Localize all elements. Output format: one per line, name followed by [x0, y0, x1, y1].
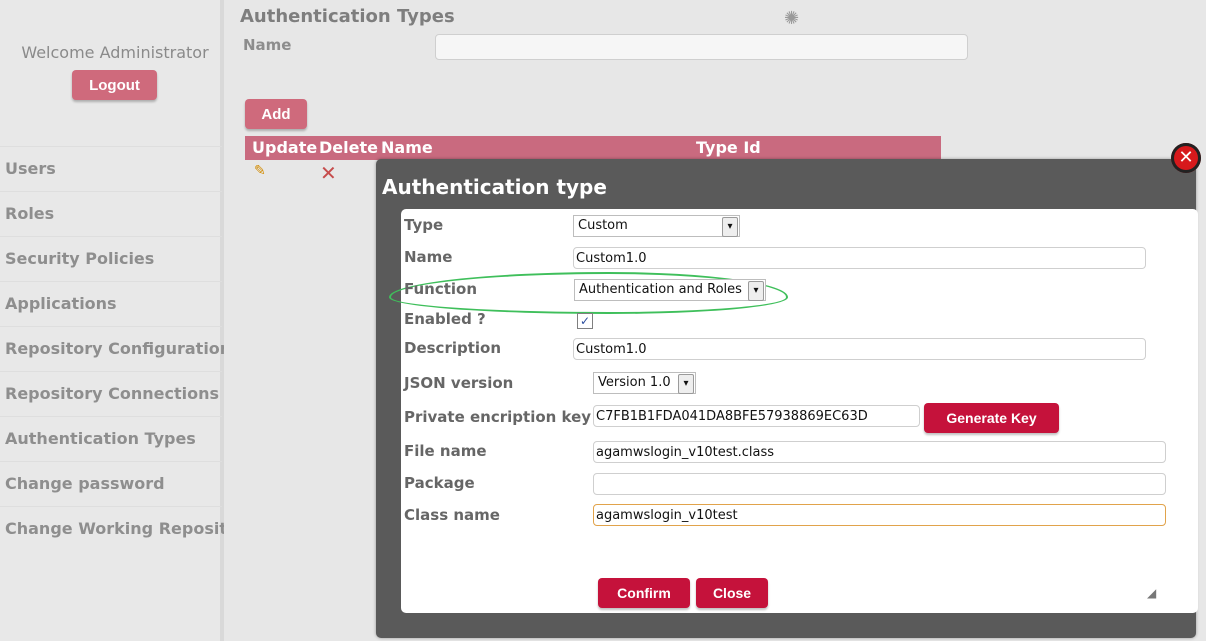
description-label: Description: [404, 339, 502, 357]
chevron-down-icon: ▾: [748, 281, 764, 301]
delete-icon[interactable]: ✕: [320, 161, 338, 185]
package-label: Package: [404, 474, 475, 492]
sidebar-item-change-working-repository[interactable]: Change Working Repository: [0, 506, 256, 551]
col-name: Name: [381, 138, 433, 157]
json-version-label: JSON version: [404, 374, 514, 392]
sidebar-item-change-password[interactable]: Change password: [0, 461, 222, 506]
sidebar-item-users[interactable]: Users: [0, 146, 222, 191]
name-filter-label: Name: [243, 36, 292, 54]
json-version-select[interactable]: Version 1.0 ▾: [593, 372, 696, 394]
table-header: Update Delete Name Type Id: [245, 136, 941, 160]
json-version-value: Version 1.0: [598, 375, 671, 390]
col-delete: Delete: [319, 138, 378, 157]
page-title: Authentication Types: [240, 6, 455, 27]
close-button[interactable]: Close: [696, 578, 768, 608]
col-type-id: Type Id: [696, 138, 761, 157]
file-name-field[interactable]: [593, 441, 1166, 463]
modal-title: Authentication type: [382, 175, 607, 199]
name-label: Name: [404, 248, 453, 266]
sidebar-item-repository-connections[interactable]: Repository Connections: [0, 371, 222, 416]
package-field[interactable]: [593, 473, 1166, 495]
type-value: Custom: [578, 218, 628, 233]
welcome-text: Welcome Administrator: [21, 43, 209, 62]
logout-button[interactable]: Logout: [72, 70, 157, 100]
chevron-down-icon: ▾: [678, 374, 694, 394]
col-update: Update: [252, 138, 318, 157]
function-label: Function: [404, 280, 478, 298]
private-key-label: Private encription key: [404, 408, 592, 426]
sidebar-item-roles[interactable]: Roles: [0, 191, 222, 236]
description-field[interactable]: [573, 338, 1146, 360]
sidebar: Welcome Administrator Logout Users Roles…: [0, 0, 256, 641]
name-filter-input[interactable]: [435, 34, 968, 60]
type-label: Type: [404, 216, 444, 234]
sidebar-item-authentication-types[interactable]: Authentication Types: [0, 416, 222, 461]
class-name-field[interactable]: [593, 504, 1166, 526]
sidebar-item-security-policies[interactable]: Security Policies: [0, 236, 222, 281]
type-select[interactable]: Custom ▾: [573, 215, 740, 237]
sidebar-nav: Users Roles Security Policies Applicatio…: [0, 146, 256, 551]
private-key-field[interactable]: [593, 405, 920, 427]
class-name-label: Class name: [404, 506, 500, 524]
name-field[interactable]: [573, 247, 1146, 269]
close-icon[interactable]: ✕: [1171, 143, 1201, 173]
sidebar-item-repository-configuration[interactable]: Repository Configuration: [0, 326, 231, 371]
sidebar-item-applications[interactable]: Applications: [0, 281, 222, 326]
edit-icon[interactable]: ✎: [254, 163, 272, 181]
function-value: Authentication and Roles: [579, 282, 742, 297]
file-name-label: File name: [404, 442, 487, 460]
chevron-down-icon: ▾: [722, 217, 738, 237]
enabled-checkbox[interactable]: ✓: [577, 313, 593, 329]
confirm-button[interactable]: Confirm: [598, 578, 690, 608]
add-button[interactable]: Add: [245, 99, 307, 129]
resize-handle-icon[interactable]: ◢: [1147, 586, 1159, 600]
generate-key-button[interactable]: Generate Key: [924, 403, 1059, 433]
enabled-label: Enabled ?: [404, 310, 486, 328]
loading-spinner-icon: ✺: [784, 8, 800, 29]
function-select[interactable]: Authentication and Roles ▾: [574, 279, 766, 301]
